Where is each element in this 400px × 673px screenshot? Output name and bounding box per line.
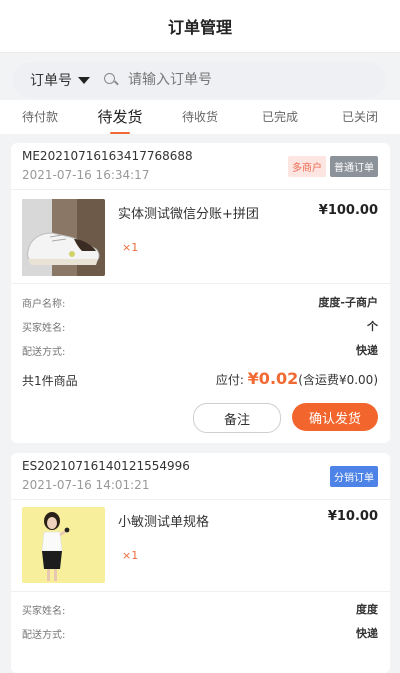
divider bbox=[11, 499, 390, 500]
buyer-name-label: 买家姓名: bbox=[22, 606, 66, 617]
divider bbox=[11, 283, 390, 284]
search-input[interactable] bbox=[126, 71, 350, 89]
order-card[interactable]: ES20210716140121554996 2021-07-16 14:01:… bbox=[11, 453, 390, 673]
merchant-name-label: 商户名称: bbox=[22, 299, 66, 310]
page-header: 订单管理 bbox=[0, 0, 400, 53]
product-price: ¥100.00 bbox=[318, 203, 378, 218]
confirm-ship-button[interactable]: 确认发货 bbox=[292, 403, 378, 431]
caret-down-icon bbox=[78, 76, 90, 84]
normal-order-badge: 普通订单 bbox=[330, 156, 378, 177]
buyer-name-value: 个 bbox=[367, 320, 378, 333]
order-time: 2021-07-16 16:34:17 bbox=[22, 168, 150, 182]
pay-amount: ¥0.02 bbox=[247, 369, 299, 388]
tab-closed[interactable]: 已关闭 bbox=[320, 100, 400, 134]
order-number: ES20210716140121554996 bbox=[22, 459, 190, 473]
delivery-method-value: 快递 bbox=[356, 344, 378, 357]
product-image-shoe[interactable] bbox=[22, 199, 105, 276]
distribution-order-badge: 分销订单 bbox=[330, 466, 378, 487]
buyer-name-row: 买家姓名: 度度 bbox=[22, 602, 378, 617]
order-badges: 多商户 普通订单 bbox=[288, 156, 378, 177]
delivery-method-label: 配送方式: bbox=[22, 630, 66, 641]
item-count: 共1件商品 bbox=[22, 374, 78, 388]
delivery-method-row: 配送方式: 快递 bbox=[22, 343, 378, 358]
product-name[interactable]: 小敏测试单规格 bbox=[118, 511, 209, 530]
tab-completed[interactable]: 已完成 bbox=[240, 100, 320, 134]
order-badges: 分销订单 bbox=[330, 466, 378, 487]
delivery-method-row: 配送方式: 快递 bbox=[22, 626, 378, 641]
buyer-name-label: 买家姓名: bbox=[22, 323, 66, 334]
buyer-name-row: 买家姓名: 个 bbox=[22, 319, 378, 334]
remark-button[interactable]: 备注 bbox=[193, 403, 281, 433]
page-title: 订单管理 bbox=[167, 18, 232, 37]
merchant-name-value: 度度-子商户 bbox=[318, 296, 378, 309]
tab-pending-shipment[interactable]: 待发货 bbox=[80, 100, 160, 134]
search-type-dropdown[interactable]: 订单号 bbox=[30, 70, 90, 90]
tab-pending-receipt[interactable]: 待收货 bbox=[160, 100, 240, 134]
pay-label: 应付: bbox=[215, 373, 248, 387]
product-price: ¥10.00 bbox=[327, 509, 378, 524]
product-image-person[interactable] bbox=[22, 507, 105, 583]
order-card[interactable]: ME20210716163417768688 2021-07-16 16:34:… bbox=[11, 143, 390, 443]
order-number: ME20210716163417768688 bbox=[22, 149, 193, 163]
delivery-method-label: 配送方式: bbox=[22, 347, 66, 358]
divider bbox=[11, 189, 390, 190]
search-bar: 订单号 bbox=[12, 62, 386, 98]
search-icon bbox=[104, 73, 118, 87]
buyer-name-value: 度度 bbox=[356, 603, 378, 616]
product-name[interactable]: 实体测试微信分账+拼团 bbox=[118, 203, 259, 222]
search-type-label: 订单号 bbox=[30, 73, 72, 89]
order-time: 2021-07-16 14:01:21 bbox=[22, 478, 150, 492]
product-quantity: ×1 bbox=[122, 549, 139, 562]
product-quantity: ×1 bbox=[122, 241, 139, 254]
tab-pending-payment[interactable]: 待付款 bbox=[0, 100, 80, 134]
payment-summary: 应付: ¥0.02(含运费¥0.00) bbox=[216, 369, 378, 388]
shipping-note: (含运费¥0.00) bbox=[298, 373, 378, 387]
merchant-name-row: 商户名称: 度度-子商户 bbox=[22, 295, 378, 310]
order-status-tabs: 待付款 待发货 待收货 已完成 已关闭 bbox=[0, 100, 400, 134]
delivery-method-value: 快递 bbox=[356, 627, 378, 640]
multi-merchant-badge: 多商户 bbox=[288, 156, 326, 177]
divider bbox=[11, 591, 390, 592]
